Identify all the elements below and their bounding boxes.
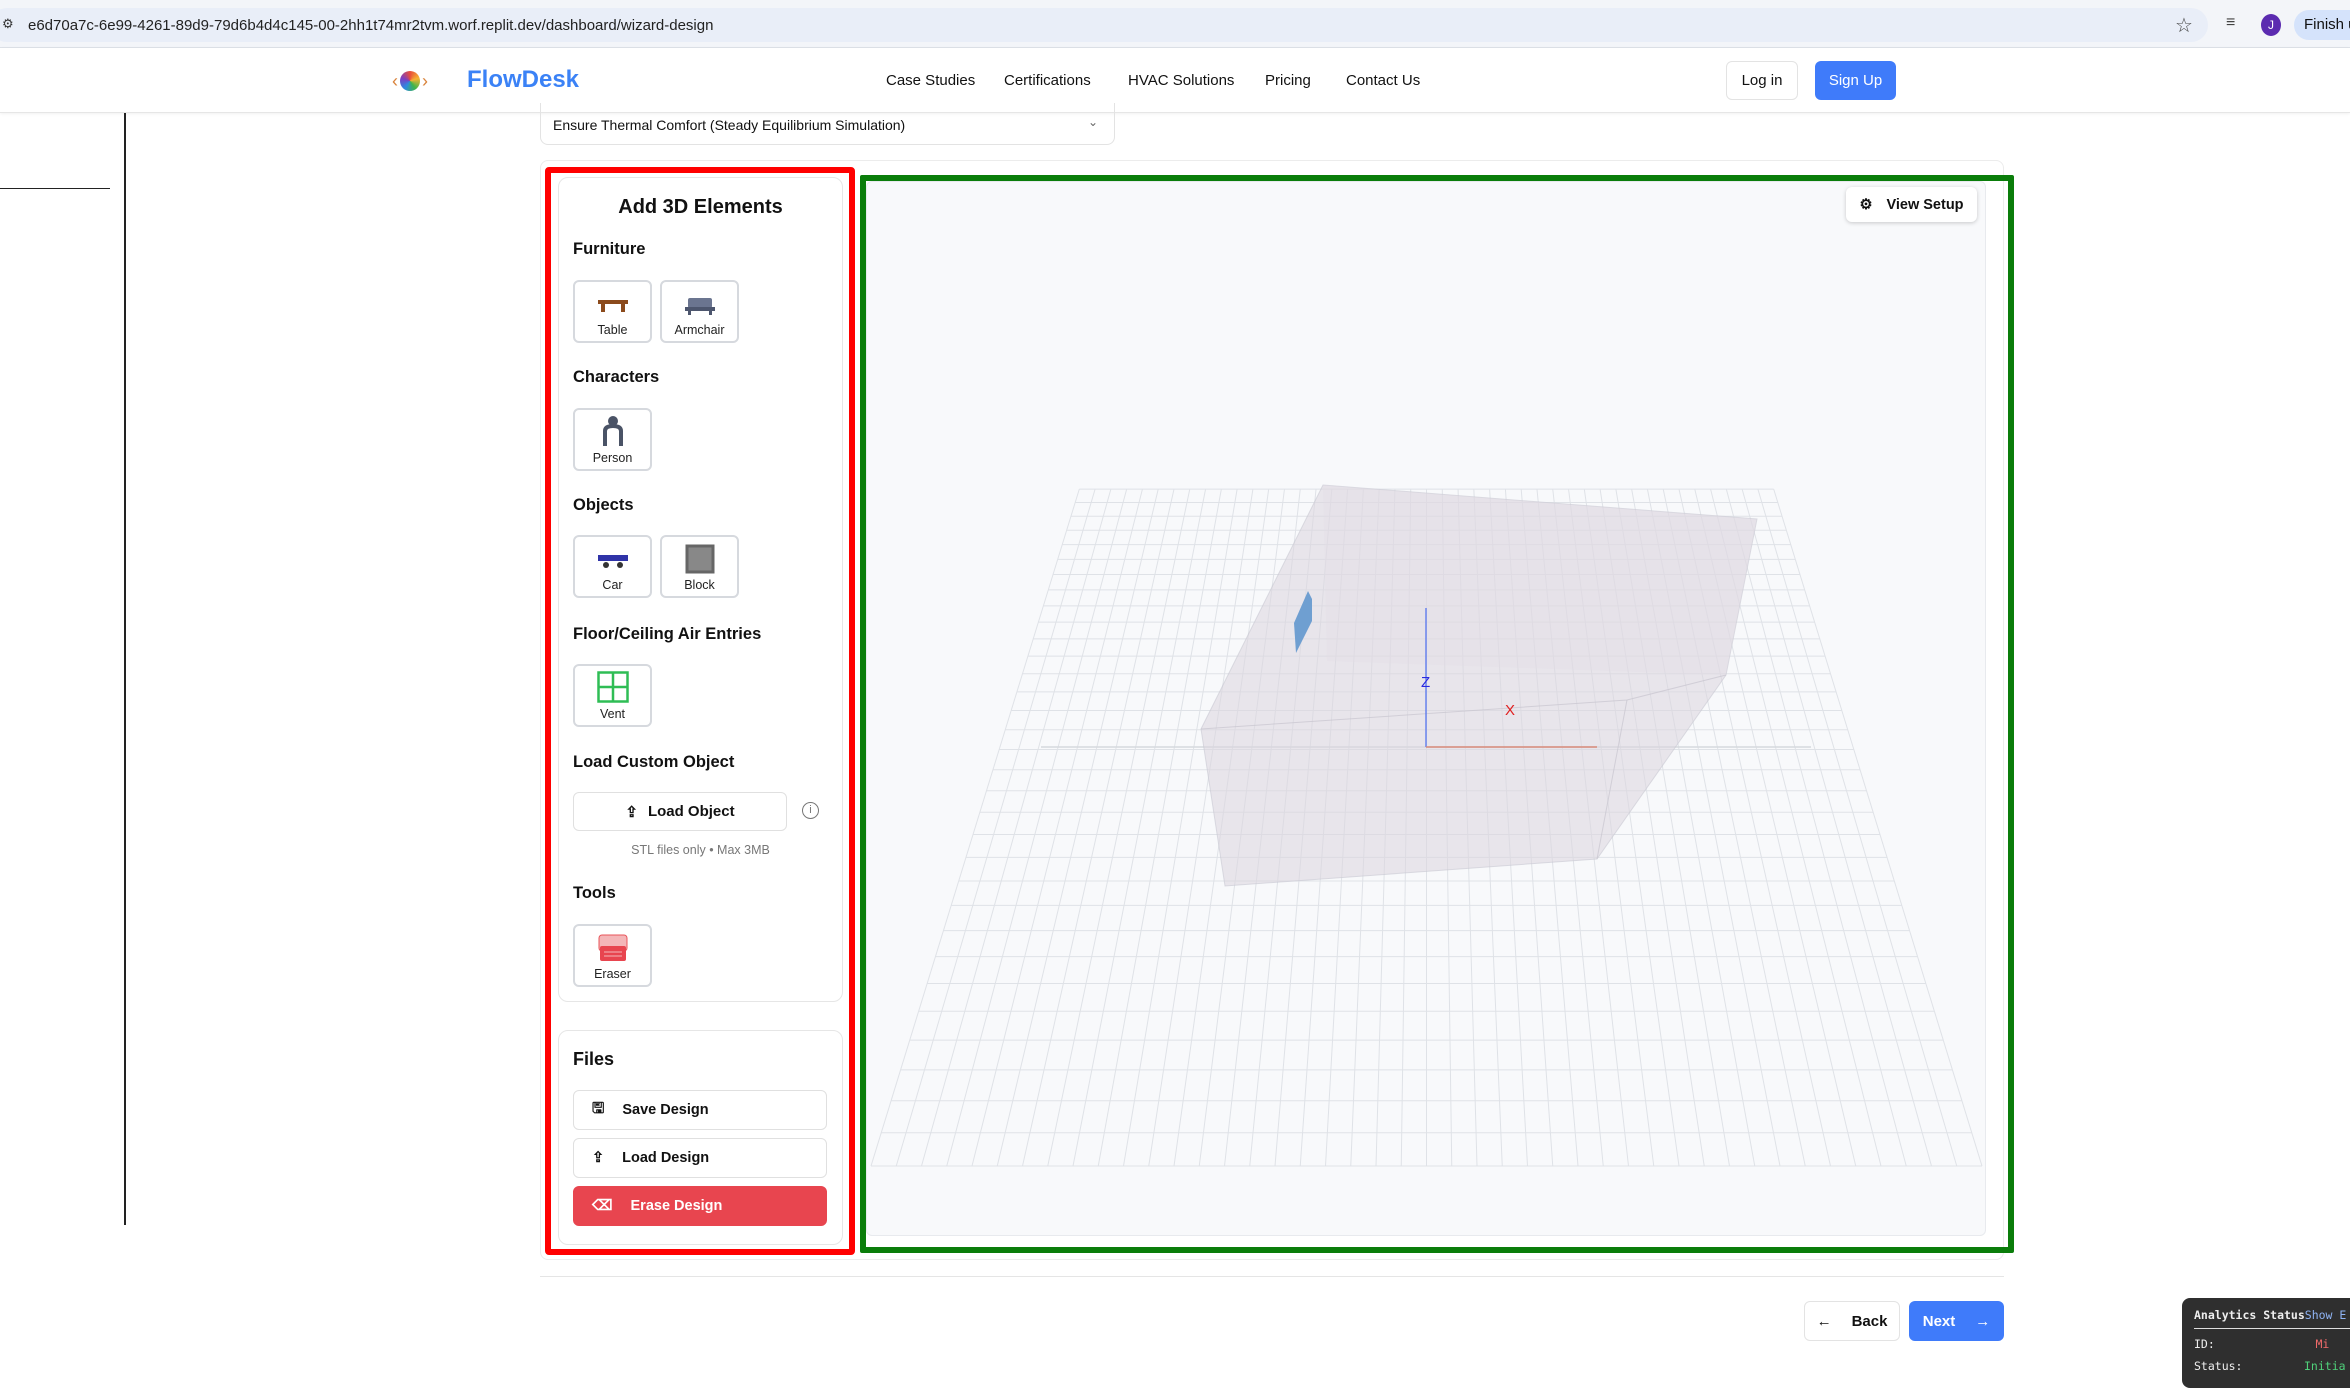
nav-case-studies[interactable]: Case Studies [886,72,975,89]
highlight-box-red [545,167,855,1255]
sidebar-divider [124,113,126,1225]
id-value: Mi [2315,1337,2330,1351]
back-button[interactable]: ← Back [1804,1301,1900,1341]
status-label: Status: [2194,1359,2243,1373]
analytics-status-panel: Analytics StatusShow E ID: Mi Status: Init… [2182,1298,2350,1388]
bookmark-star-icon[interactable]: ☆ [2175,13,2193,38]
nav-contact-us[interactable]: Contact Us [1346,72,1420,89]
nav-hvac-solutions[interactable]: HVAC Solutions [1128,72,1234,89]
brand-name[interactable]: FlowDesk [467,66,579,94]
arrow-right-icon: → [1975,1312,1991,1330]
arrow-left-icon: ← [1816,1312,1832,1330]
logo-icon[interactable]: ‹ › [392,67,438,95]
reading-list-icon[interactable]: ≡ [2226,14,2235,32]
finish-update-button[interactable]: Finish u [2294,10,2350,40]
next-button[interactable]: Next → [1909,1301,2004,1341]
simulation-type-select[interactable]: Ensure Thermal Comfort (Steady Equilibri… [540,103,1115,145]
site-settings-icon[interactable]: ⚙ [2,16,14,32]
id-label: ID: [2194,1337,2215,1351]
footer-divider [540,1276,2004,1277]
login-button[interactable]: Log in [1726,61,1798,100]
profile-avatar[interactable]: J [2261,14,2281,36]
show-toggle[interactable]: Show E [2305,1308,2347,1322]
chevron-down-icon: ⌄ [1087,115,1098,129]
select-value: Ensure Thermal Comfort (Steady Equilibri… [553,117,906,133]
analytics-title: Analytics Status [2194,1308,2305,1322]
url-text[interactable]: e6d70a7c-6e99-4261-89d9-79d6b4d4c145-00-… [28,17,713,34]
sidebar-rule [0,188,110,189]
nav-pricing[interactable]: Pricing [1265,72,1311,89]
signup-button[interactable]: Sign Up [1815,61,1896,100]
nav-certifications[interactable]: Certifications [1004,72,1091,89]
highlight-box-green [860,175,2014,1253]
button-label: Next [1922,1312,1956,1330]
button-label: Back [1851,1312,1888,1330]
status-value: Initia [2304,1359,2346,1373]
